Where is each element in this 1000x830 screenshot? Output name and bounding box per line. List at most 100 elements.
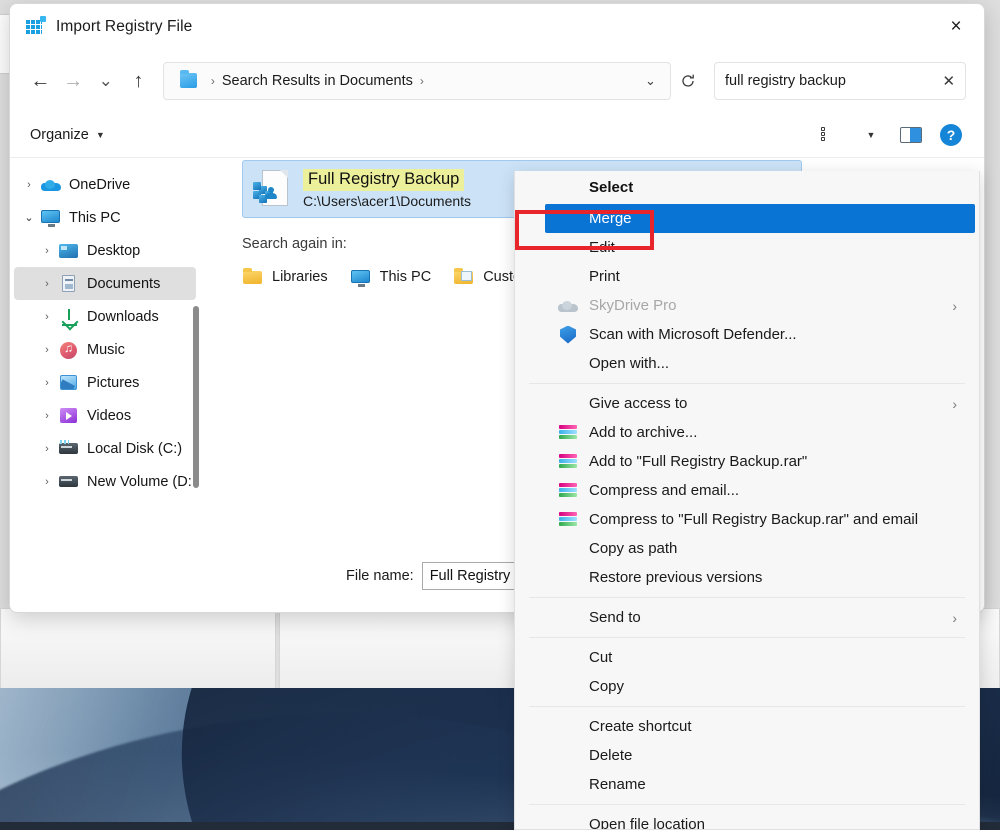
custom-folder-icon — [453, 268, 475, 286]
sidebar-item-label: OneDrive — [69, 176, 131, 193]
chevron-right-icon: › — [952, 395, 957, 412]
menu-item-compress-to-rar-and-email[interactable]: Compress to "Full Registry Backup.rar" a… — [515, 505, 979, 534]
view-list-icon[interactable] — [814, 120, 848, 150]
expander-icon[interactable]: › — [36, 311, 58, 323]
file-path-label: C:\Users\acer1\Documents — [303, 192, 472, 209]
menu-item-label: SkyDrive Pro — [589, 297, 677, 314]
winrar-icon — [557, 423, 579, 443]
sidebar-item-local-disk-c[interactable]: › Local Disk (C:) — [14, 432, 196, 465]
sidebar-item-downloads[interactable]: › Downloads — [14, 300, 196, 333]
sidebar-item-music[interactable]: › Music — [14, 333, 196, 366]
menu-item-copy-as-path[interactable]: Copy as path — [515, 534, 979, 563]
menu-item-give-access-to[interactable]: Give access to › — [515, 389, 979, 418]
expander-icon[interactable]: › — [36, 443, 58, 455]
expander-icon[interactable]: › — [36, 344, 58, 356]
system-drive-icon — [58, 439, 80, 459]
menu-item-label: Compress and email... — [589, 482, 740, 499]
breadcrumb[interactable]: Search Results in Documents — [222, 73, 413, 89]
search-input[interactable]: full registry backup ✕ — [714, 62, 967, 100]
winrar-icon — [557, 510, 579, 530]
menu-item-scan-with-defender[interactable]: Scan with Microsoft Defender... — [515, 320, 979, 349]
sidebar-item-desktop[interactable]: › Desktop — [14, 234, 196, 267]
menu-item-label: Give access to — [589, 395, 688, 412]
menu-item-open-with[interactable]: Open with... — [515, 349, 979, 378]
sidebar-item-new-volume-d[interactable]: › New Volume (D: — [14, 465, 196, 498]
expander-icon[interactable]: › — [36, 476, 58, 488]
menu-item-copy[interactable]: Copy — [515, 672, 979, 701]
menu-item-rename[interactable]: Rename — [515, 770, 979, 799]
menu-separator — [529, 383, 965, 384]
breadcrumb-separator: › — [210, 74, 215, 88]
help-icon[interactable]: ? — [934, 120, 968, 150]
menu-item-restore-previous-versions[interactable]: Restore previous versions — [515, 563, 979, 592]
documents-icon — [58, 274, 80, 294]
sidebar-item-this-pc[interactable]: ⌄ This PC — [14, 201, 196, 234]
drive-icon — [58, 472, 80, 492]
refresh-icon[interactable] — [673, 62, 704, 100]
expander-icon[interactable]: › — [36, 410, 58, 422]
chevron-down-icon: ▼ — [95, 129, 105, 140]
forward-button[interactable]: → — [57, 63, 90, 99]
menu-item-label: Compress to "Full Registry Backup.rar" a… — [589, 511, 919, 528]
sidebar-scrollbar-thumb[interactable] — [193, 306, 199, 488]
sidebar-item-pictures[interactable]: › Pictures — [14, 366, 196, 399]
sidebar-item-documents[interactable]: › Documents — [14, 267, 196, 300]
winrar-icon — [557, 481, 579, 501]
search-value[interactable]: full registry backup — [725, 73, 846, 89]
search-again-this-pc[interactable]: This PC — [350, 268, 431, 287]
menu-item-send-to[interactable]: Send to › — [515, 603, 979, 632]
chevron-right-icon: › — [952, 609, 957, 626]
menu-item-edit[interactable]: Edit — [515, 233, 979, 262]
search-again-libraries[interactable]: Libraries — [242, 268, 328, 286]
address-bar[interactable]: › Search Results in Documents › ⌄ — [162, 62, 671, 100]
menu-item-create-shortcut[interactable]: Create shortcut — [515, 712, 979, 741]
menu-item-add-to-archive[interactable]: Add to archive... — [515, 418, 979, 447]
expander-icon[interactable]: › — [36, 377, 58, 389]
menu-item-skydrive-pro: SkyDrive Pro › — [515, 291, 979, 320]
up-button[interactable]: ↑ — [122, 63, 155, 99]
file-name-label: Full Registry Backup — [303, 169, 465, 191]
pictures-icon — [58, 373, 80, 393]
menu-separator — [529, 804, 965, 805]
menu-separator — [529, 637, 965, 638]
onedrive-icon — [40, 175, 62, 195]
menu-item-merge[interactable]: Merge — [545, 204, 975, 233]
menu-separator — [529, 706, 965, 707]
downloads-icon — [58, 307, 80, 327]
expander-icon[interactable]: › — [18, 179, 40, 191]
menu-item-delete[interactable]: Delete — [515, 741, 979, 770]
back-button[interactable]: ← — [24, 63, 57, 99]
menu-item-add-to-rar[interactable]: Add to "Full Registry Backup.rar" — [515, 447, 979, 476]
menu-item-cut[interactable]: Cut — [515, 643, 979, 672]
preview-pane-icon[interactable] — [894, 120, 928, 150]
close-icon[interactable]: × — [928, 4, 984, 50]
command-bar: Organize ▼ ▼ ? — [10, 112, 984, 158]
view-options-chevron-down-icon[interactable]: ▼ — [854, 120, 888, 150]
recent-locations-button[interactable]: ⌄ — [89, 63, 122, 99]
onedrive-grey-icon — [557, 296, 579, 316]
chevron-down-icon[interactable]: ⌄ — [645, 73, 662, 89]
context-menu: Select Merge Edit Print SkyDrive Pro › S… — [514, 171, 980, 830]
sidebar-item-label: Documents — [87, 275, 161, 292]
organize-button[interactable]: Organize ▼ — [30, 127, 105, 143]
registry-editor-icon — [24, 16, 46, 38]
sidebar-item-videos[interactable]: › Videos — [14, 399, 196, 432]
winrar-icon — [557, 452, 579, 472]
breadcrumb-separator[interactable]: › — [420, 74, 424, 88]
close-icon[interactable]: ✕ — [942, 72, 955, 90]
sidebar-item-onedrive[interactable]: › OneDrive — [14, 168, 196, 201]
menu-item-label: Scan with Microsoft Defender... — [589, 326, 797, 343]
sidebar-item-label: Music — [87, 341, 125, 358]
menu-item-compress-and-email[interactable]: Compress and email... — [515, 476, 979, 505]
expander-icon[interactable]: › — [36, 245, 58, 257]
folder-icon — [178, 70, 200, 91]
expander-icon[interactable]: › — [36, 278, 58, 290]
search-again-label: Search again in: — [242, 236, 347, 252]
help-glyph: ? — [940, 123, 962, 146]
menu-item-open-file-location[interactable]: Open file location — [515, 810, 979, 829]
expander-icon[interactable]: ⌄ — [18, 211, 40, 224]
menu-item-label: Send to — [589, 609, 641, 626]
menu-item-print[interactable]: Print — [515, 262, 979, 291]
libraries-folder-icon — [242, 268, 264, 286]
sidebar-item-label: Downloads — [87, 308, 159, 325]
